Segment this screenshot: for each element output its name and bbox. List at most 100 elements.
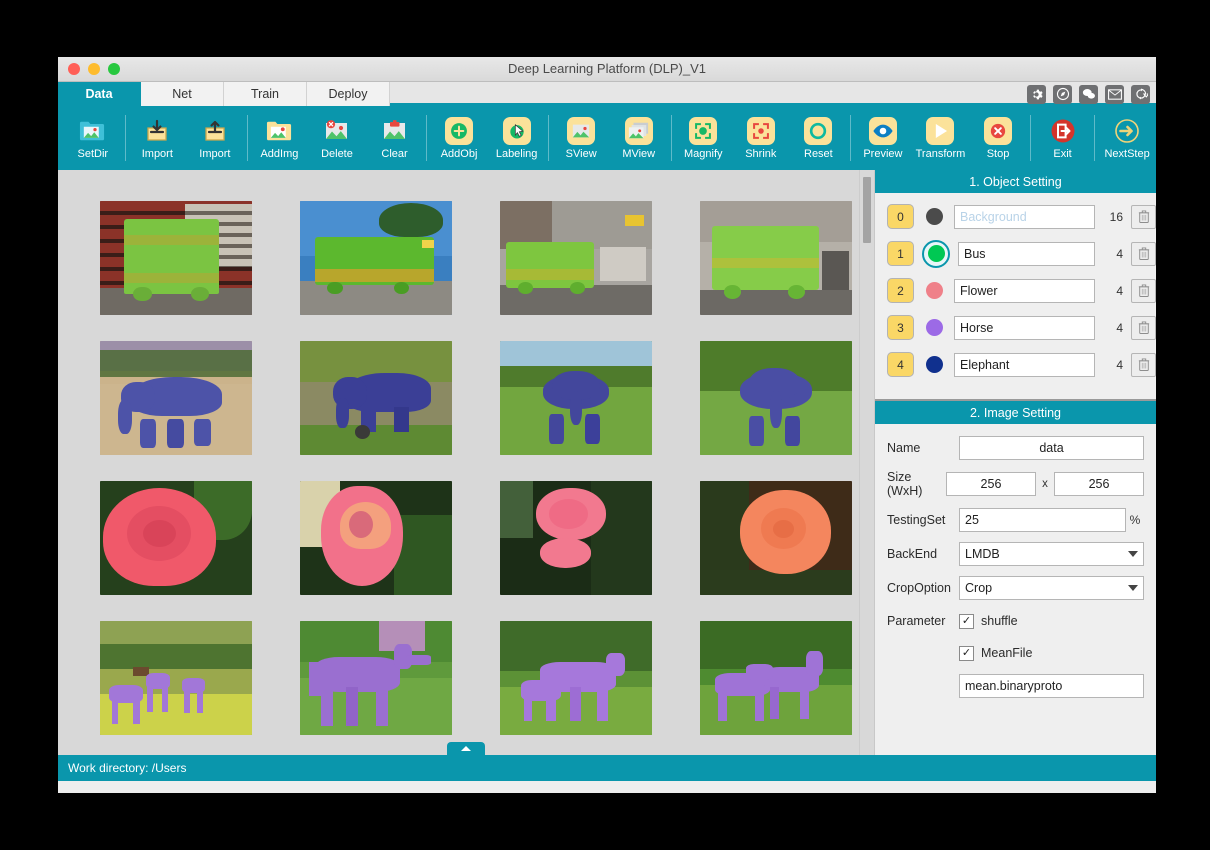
thumbnail-item[interactable] [500, 621, 652, 735]
toolbar-button-addobj[interactable]: AddObj [430, 117, 488, 160]
toolbar-label-reset: Reset [804, 148, 833, 160]
thumbnail-item[interactable] [300, 341, 452, 455]
image-gallery-grid [58, 170, 864, 755]
tab-bar-icon-group [1027, 82, 1150, 106]
clear-image-icon [381, 117, 409, 145]
shuffle-checkbox-row[interactable]: ✓ shuffle [959, 614, 1018, 629]
object-name-input[interactable]: Horse [954, 316, 1095, 340]
toolbar-button-stop[interactable]: Stop [969, 117, 1027, 160]
cropoption-select[interactable]: Crop [959, 576, 1144, 600]
name-row: Name data [887, 436, 1144, 460]
thumbnail-item[interactable] [100, 621, 252, 735]
gear-icon[interactable] [1027, 85, 1046, 104]
thumbnail-item[interactable] [100, 201, 252, 315]
object-index-badge[interactable]: 4 [887, 352, 914, 377]
minimize-window-button[interactable] [88, 63, 100, 75]
trash-icon[interactable] [1131, 353, 1156, 377]
thumbnail-item[interactable] [300, 481, 452, 595]
trash-icon[interactable] [1131, 205, 1156, 229]
tab-net[interactable]: Net [141, 82, 224, 106]
toolbar-button-exit[interactable]: Exit [1034, 117, 1092, 160]
toolbar-button-nextstep[interactable]: NextStep [1098, 117, 1156, 160]
zoom-window-button[interactable] [108, 63, 120, 75]
object-name-input[interactable]: Elephant [954, 353, 1095, 377]
toolbar-button-export[interactable]: Import [186, 117, 244, 160]
chat-icon[interactable] [1079, 85, 1098, 104]
thumbnail-item[interactable] [500, 201, 652, 315]
chevron-down-icon [1128, 551, 1138, 557]
tab-train[interactable]: Train [224, 82, 307, 106]
object-name-input[interactable]: Bus [958, 242, 1095, 266]
toolbar-button-import[interactable]: Import [129, 117, 187, 160]
thumbnail-item[interactable] [100, 341, 252, 455]
object-index-badge[interactable]: 3 [887, 315, 914, 340]
toolbar-button-mview[interactable]: MView [610, 117, 668, 160]
thumbnail-item[interactable] [500, 341, 652, 455]
mail-icon[interactable] [1105, 85, 1124, 104]
toolbar-button-labeling[interactable]: Labeling [488, 117, 546, 160]
object-color-swatch[interactable] [922, 205, 946, 229]
size-height-input[interactable]: 256 [1054, 472, 1144, 496]
trash-icon[interactable] [1131, 316, 1156, 340]
thumbnail-item[interactable] [500, 481, 652, 595]
toolbar-separator [671, 115, 672, 161]
object-row: 3 Horse 4 [875, 313, 1156, 342]
toolbar-button-transform[interactable]: Transform [912, 117, 970, 160]
gallery-scrollbar[interactable] [859, 170, 874, 755]
toolbar-button-reset[interactable]: Reset [790, 117, 848, 160]
trash-icon[interactable] [1131, 242, 1156, 266]
thumbnail-item[interactable] [100, 481, 252, 595]
testingset-input[interactable]: 25 [959, 508, 1126, 532]
gallery-scrollbar-thumb[interactable] [863, 177, 871, 243]
backend-select[interactable]: LMDB [959, 542, 1144, 566]
compass-icon[interactable] [1053, 85, 1072, 104]
object-color-swatch[interactable] [922, 240, 950, 268]
parameter-label: Parameter [887, 614, 959, 628]
name-input[interactable]: data [959, 436, 1144, 460]
shuffle-checkbox[interactable]: ✓ [959, 614, 974, 629]
object-list: 0 Background 16 [875, 193, 1156, 379]
toolbar-button-sview[interactable]: SView [552, 117, 610, 160]
object-index-badge[interactable]: 1 [887, 241, 914, 266]
toolbar-label-transform: Transform [916, 148, 966, 160]
toolbar-separator [125, 115, 126, 161]
tab-data[interactable]: Data [58, 82, 141, 106]
object-count: 16 [1103, 210, 1123, 224]
tab-deploy[interactable]: Deploy [307, 82, 390, 106]
thumbnail-item[interactable] [700, 201, 852, 315]
thumbnail-item[interactable] [700, 341, 852, 455]
thumbnail-item[interactable] [700, 481, 852, 595]
toolbar-button-magnify[interactable]: Magnify [674, 117, 732, 160]
object-row: 1 Bus 4 [875, 239, 1156, 268]
meanfile-path-input[interactable]: mean.binaryproto [959, 674, 1144, 698]
refresh-icon[interactable] [1131, 85, 1150, 104]
meanfile-row: ✓ MeanFile [887, 642, 1144, 664]
thumbnail-item[interactable] [700, 621, 852, 735]
meanfile-checkbox-row[interactable]: ✓ MeanFile [959, 646, 1032, 661]
toolbar-button-preview[interactable]: Preview [854, 117, 912, 160]
object-index-badge[interactable]: 0 [887, 204, 914, 229]
object-color-swatch[interactable] [922, 316, 946, 340]
toolbar-button-setdir[interactable]: SetDir [64, 117, 122, 160]
toolbar-button-clear[interactable]: Clear [366, 117, 424, 160]
parameter-row: Parameter ✓ shuffle [887, 610, 1144, 632]
trash-icon[interactable] [1131, 279, 1156, 303]
object-color-swatch[interactable] [922, 279, 946, 303]
size-width-input[interactable]: 256 [946, 472, 1036, 496]
gallery-collapse-tab[interactable] [447, 742, 485, 755]
thumbnail-item[interactable] [300, 201, 452, 315]
object-color-swatch[interactable] [922, 353, 946, 377]
close-window-button[interactable] [68, 63, 80, 75]
cropoption-value: Crop [965, 581, 992, 595]
image-setting-header: 2. Image Setting [875, 399, 1156, 424]
object-name-input[interactable]: Flower [954, 279, 1095, 303]
add-object-plus-icon [445, 117, 473, 145]
meanfile-checkbox[interactable]: ✓ [959, 646, 974, 661]
object-index-badge[interactable]: 2 [887, 278, 914, 303]
toolbar-button-delete[interactable]: Delete [308, 117, 366, 160]
object-name-input[interactable]: Background [954, 205, 1095, 229]
toolbar-button-addimg[interactable]: AddImg [251, 117, 309, 160]
toolbar-label-mview: MView [622, 148, 655, 160]
thumbnail-item[interactable] [300, 621, 452, 735]
toolbar-button-shrink[interactable]: Shrink [732, 117, 790, 160]
